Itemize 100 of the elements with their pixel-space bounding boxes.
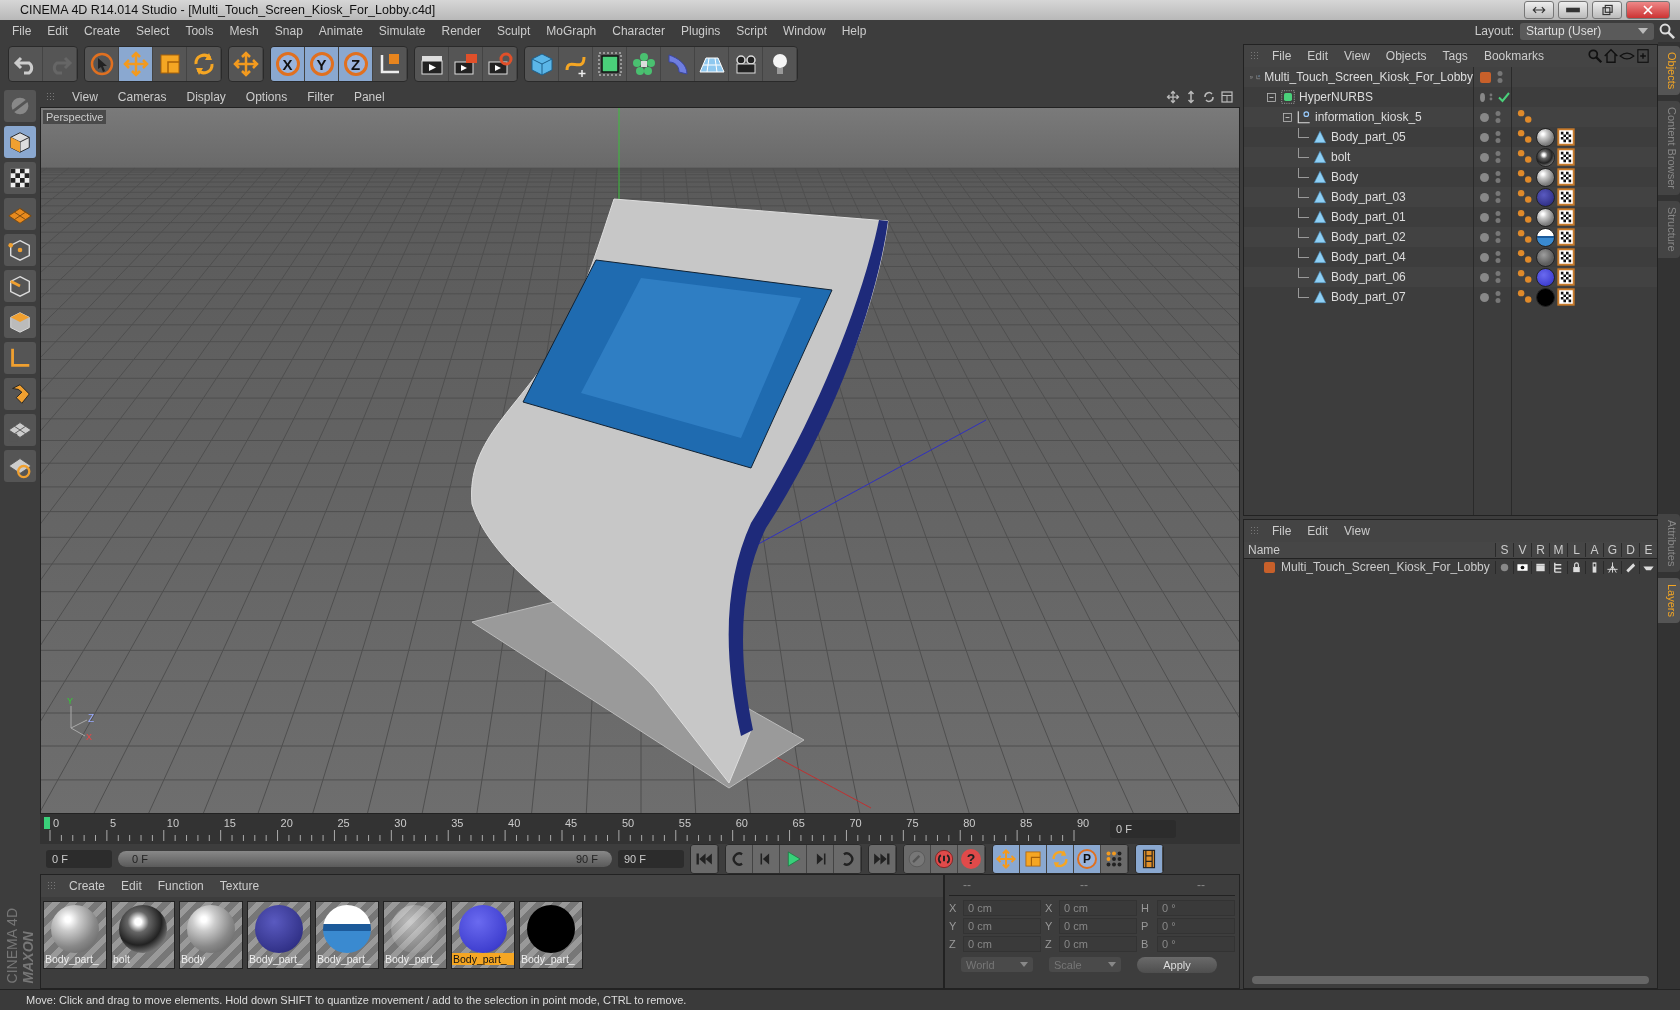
layers-menu-item[interactable]: File bbox=[1264, 524, 1300, 538]
menu-item[interactable]: MoGraph bbox=[538, 24, 605, 38]
object-name[interactable]: information_kiosk_5 bbox=[1315, 110, 1422, 124]
objects-menu-item[interactable]: View bbox=[1336, 49, 1378, 63]
object-name[interactable]: Body_part_03 bbox=[1331, 190, 1406, 204]
menu-item[interactable]: Mesh bbox=[221, 24, 267, 38]
size-field[interactable]: 0 cm bbox=[1059, 936, 1137, 952]
editor-visibility-dot[interactable] bbox=[1480, 292, 1489, 302]
column-header[interactable]: S bbox=[1495, 543, 1513, 557]
editor-visibility-dot[interactable] bbox=[1480, 252, 1489, 262]
column-header[interactable]: L bbox=[1567, 543, 1585, 557]
editor-visibility-dot[interactable] bbox=[1480, 172, 1489, 182]
editor-visibility-dot[interactable] bbox=[1480, 132, 1489, 142]
layer-color-swatch[interactable] bbox=[1480, 71, 1491, 83]
close-button[interactable] bbox=[1626, 1, 1670, 19]
help-button[interactable]: ? bbox=[958, 845, 985, 873]
menu-item[interactable]: Edit bbox=[39, 24, 77, 38]
editor-visibility-dot[interactable] bbox=[1480, 192, 1489, 202]
first-frame-button[interactable] bbox=[691, 845, 718, 873]
objects-menu-item[interactable]: Edit bbox=[1299, 49, 1337, 63]
menu-item[interactable]: Animate bbox=[310, 24, 371, 38]
next-frame-button[interactable] bbox=[807, 845, 834, 873]
search-button[interactable] bbox=[1658, 22, 1676, 40]
previous-frame-button[interactable] bbox=[753, 845, 780, 873]
rotation-field[interactable]: 0 ° bbox=[1157, 918, 1235, 934]
object-name[interactable]: Body bbox=[1331, 170, 1359, 184]
next-key-button[interactable] bbox=[834, 845, 861, 873]
object-name[interactable]: Body_part_06 bbox=[1331, 270, 1406, 284]
object-name[interactable]: HyperNURBS bbox=[1299, 90, 1373, 104]
play-button[interactable] bbox=[780, 845, 807, 873]
material-tag[interactable] bbox=[1536, 147, 1555, 167]
column-header[interactable]: M bbox=[1549, 543, 1567, 557]
menu-item[interactable]: Help bbox=[833, 24, 875, 38]
object-name[interactable]: Body_part_04 bbox=[1331, 250, 1406, 264]
editor-visibility-dot[interactable] bbox=[1480, 232, 1489, 242]
previous-key-button[interactable] bbox=[726, 845, 753, 873]
menu-item[interactable]: Script bbox=[728, 24, 775, 38]
model-mode-button[interactable] bbox=[4, 126, 36, 158]
material-menu-item[interactable]: Texture bbox=[211, 879, 268, 893]
column-header[interactable]: V bbox=[1513, 543, 1531, 557]
move-tool-button[interactable] bbox=[119, 47, 153, 81]
material-tag[interactable] bbox=[1536, 127, 1555, 147]
texture-mode-button[interactable] bbox=[4, 162, 36, 194]
objects-menu-item[interactable]: Bookmarks bbox=[1475, 49, 1552, 63]
material-menu-item[interactable]: Function bbox=[149, 879, 212, 893]
last-frame-button[interactable] bbox=[869, 845, 896, 873]
rotation-field[interactable]: 0 ° bbox=[1157, 936, 1235, 952]
editor-visibility-dot[interactable] bbox=[1480, 212, 1489, 222]
snap-tool-button[interactable] bbox=[4, 450, 36, 482]
record-button[interactable] bbox=[931, 845, 958, 873]
horizontal-scrollbar[interactable] bbox=[1252, 976, 1649, 984]
viewport-menu-item[interactable]: View bbox=[64, 89, 106, 104]
size-field[interactable]: 0 cm bbox=[1059, 918, 1137, 934]
viewport-menu-item[interactable]: Filter bbox=[299, 89, 342, 104]
object-name[interactable]: bolt bbox=[1331, 150, 1351, 164]
editor-visibility-dot[interactable] bbox=[1480, 152, 1489, 162]
key-point-level-button[interactable] bbox=[1101, 845, 1128, 873]
magnet-tool-button[interactable] bbox=[4, 378, 36, 410]
viewport-menu-item[interactable]: Cameras bbox=[109, 89, 175, 104]
key-parameter-button[interactable]: P bbox=[1074, 845, 1101, 873]
timeline-ruler[interactable]: 0 5 10 15 20 25 30 35 40 45 50 55 60 65 70 75 80 85 90 bbox=[40, 815, 1100, 843]
size-field[interactable]: 0 cm bbox=[1059, 900, 1137, 916]
menu-item[interactable]: Tools bbox=[177, 24, 222, 38]
viewport-menu-item[interactable]: Display bbox=[178, 89, 234, 104]
object-name[interactable]: Body_part_05 bbox=[1331, 130, 1406, 144]
axis-mode-button[interactable] bbox=[4, 342, 36, 374]
menu-item[interactable]: Character bbox=[604, 24, 673, 38]
restore-button[interactable] bbox=[1592, 1, 1622, 19]
key-scale-button[interactable] bbox=[1020, 845, 1047, 873]
menu-item[interactable]: Plugins bbox=[672, 24, 729, 38]
column-header[interactable]: Name bbox=[1244, 543, 1495, 557]
layers-menu-item[interactable]: View bbox=[1336, 524, 1378, 538]
enabled-check[interactable] bbox=[1497, 90, 1511, 104]
layer-color-swatch[interactable] bbox=[1264, 561, 1275, 573]
layer-name[interactable]: Multi_Touch_Screen_Kiosk_For_Lobby bbox=[1281, 560, 1490, 574]
apply-button[interactable]: Apply bbox=[1137, 957, 1217, 973]
menu-item[interactable]: Window bbox=[775, 24, 834, 38]
menu-item[interactable]: Create bbox=[76, 24, 129, 38]
viewport-menu-item[interactable]: Panel bbox=[345, 89, 393, 104]
material-tag[interactable] bbox=[1536, 227, 1555, 247]
object-name[interactable]: Body_part_02 bbox=[1331, 230, 1406, 244]
resize-button[interactable] bbox=[1524, 1, 1554, 19]
object-name[interactable]: Body_part_07 bbox=[1331, 290, 1406, 304]
layout-dropdown[interactable]: Startup (User) bbox=[1520, 22, 1654, 40]
column-header[interactable]: D bbox=[1621, 543, 1639, 557]
position-field[interactable]: 0 cm bbox=[963, 900, 1041, 916]
column-header[interactable]: R bbox=[1531, 543, 1549, 557]
editor-visibility-dot[interactable] bbox=[1480, 272, 1489, 282]
rotation-field[interactable]: 0 ° bbox=[1157, 900, 1235, 916]
column-header[interactable]: E bbox=[1639, 543, 1657, 557]
editor-visibility-dot[interactable] bbox=[1480, 92, 1486, 102]
menu-item[interactable]: File bbox=[4, 24, 40, 38]
side-tab[interactable]: Layers bbox=[1658, 577, 1680, 623]
menu-item[interactable]: Sculpt bbox=[488, 24, 539, 38]
menu-item[interactable]: Select bbox=[128, 24, 178, 38]
material-menu-item[interactable]: Create bbox=[61, 879, 114, 893]
objects-menu-item[interactable]: Tags bbox=[1434, 49, 1476, 63]
menu-item[interactable]: Snap bbox=[266, 24, 311, 38]
objects-menu-item[interactable]: Objects bbox=[1377, 49, 1435, 63]
polygons-mode-button[interactable] bbox=[4, 306, 36, 338]
